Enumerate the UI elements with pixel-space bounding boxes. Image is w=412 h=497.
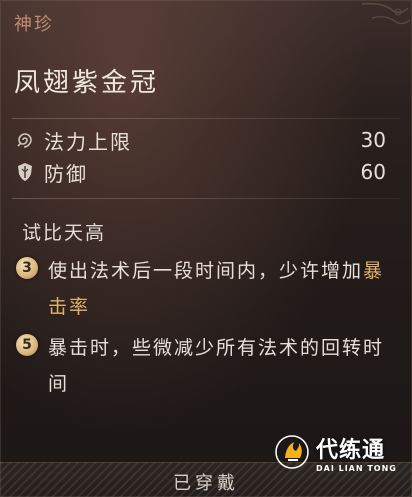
corner-ornament-icon [361,2,411,25]
effect-text: 暴击时，些微减少所有法术的回转时间 [48,337,385,395]
set-effect-5: 5 暴击时，些微减少所有法术的回转时间 [16,330,386,406]
piece-count-badge: 5 [16,334,38,356]
effect-text: 使出法术后一段时间内，少许增加 [48,260,364,282]
divider [12,198,400,199]
item-category: 神珍 [14,14,54,35]
effect-description: 使出法术后一段时间内，少许增加暴击率 [48,253,388,325]
effect-description: 暴击时，些微减少所有法术的回转时间 [48,330,388,402]
shield-icon [14,161,36,183]
watermark-cn: 代练通 [316,437,386,463]
watermark-en: DAI LIAN TONG [316,463,397,473]
stat-value: 60 [360,160,386,184]
set-bonus-name: 试比天高 [22,222,107,244]
stat-value: 30 [360,128,386,152]
stat-row-mana: 法力上限 30 [14,126,386,154]
watermark-logo: 代练通 DAI LIAN TONG [274,429,404,475]
stat-label: 防御 [44,161,88,186]
stat-row-defense: 防御 60 [14,158,386,186]
divider [12,118,400,119]
spiral-icon [14,129,36,151]
item-tooltip-panel: 神珍 凤翅紫金冠 法力上限 30 防御 60 试比天高 3 使出法术后一段时间内… [0,0,412,497]
set-effect-3: 3 使出法术后一段时间内，少许增加暴击率 [16,253,386,329]
stat-label: 法力上限 [44,129,132,154]
piece-count-badge: 3 [16,257,38,279]
item-name: 凤翅紫金冠 [14,68,160,98]
watermark-flame-icon [275,435,309,469]
watermark-text: 代练通 DAI LIAN TONG [316,432,397,473]
